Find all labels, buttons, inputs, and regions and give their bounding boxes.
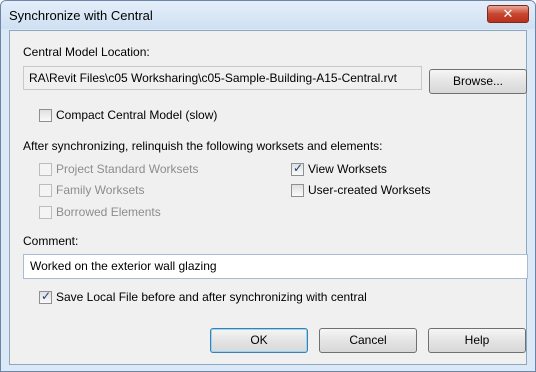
close-icon: ✕ — [502, 6, 514, 21]
checkmark-icon: ✓ — [293, 161, 304, 175]
comment-input[interactable]: Worked on the exterior wall glazing — [23, 254, 528, 279]
checkmark-icon: ✓ — [41, 289, 52, 303]
relinquish-heading: After synchronizing, relinquish the foll… — [23, 139, 383, 153]
central-model-location-label: Central Model Location: — [23, 45, 150, 59]
borrowed-elements-checkbox[interactable] — [39, 206, 52, 219]
family-worksets-label: Family Worksets — [56, 183, 145, 197]
user-created-worksets-label: User-created Worksets — [308, 183, 431, 197]
ok-button[interactable]: OK — [210, 328, 308, 353]
view-worksets-checkbox[interactable]: ✓ — [291, 161, 304, 176]
family-worksets-checkbox[interactable] — [39, 184, 52, 197]
save-local-label: Save Local File before and after synchro… — [56, 290, 367, 304]
cancel-button[interactable]: Cancel — [319, 328, 417, 353]
compact-central-checkbox[interactable] — [39, 109, 52, 122]
browse-button[interactable]: Browse... — [429, 69, 527, 94]
synchronize-dialog: Synchronize with Central ✕ Central Model… — [0, 0, 536, 372]
central-model-path-field: RA\Revit Files\c05 Worksharing\c05-Sampl… — [23, 66, 422, 90]
close-button[interactable]: ✕ — [487, 5, 529, 23]
comment-label: Comment: — [23, 234, 79, 248]
save-local-checkbox[interactable]: ✓ — [39, 289, 52, 304]
project-standard-worksets-label: Project Standard Worksets — [56, 162, 199, 176]
dialog-title: Synchronize with Central — [9, 8, 153, 23]
borrowed-elements-label: Borrowed Elements — [56, 205, 161, 219]
compact-central-label: Compact Central Model (slow) — [56, 108, 218, 122]
help-button[interactable]: Help — [428, 328, 526, 353]
user-created-worksets-checkbox[interactable] — [291, 184, 304, 197]
title-bar[interactable]: Synchronize with Central ✕ — [1, 1, 535, 29]
view-worksets-label: View Worksets — [308, 162, 387, 176]
project-standard-worksets-checkbox[interactable] — [39, 163, 52, 176]
